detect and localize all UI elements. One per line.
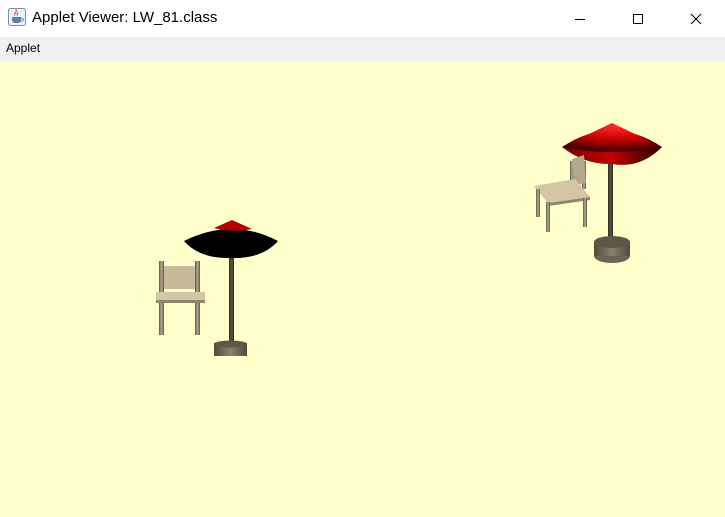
close-button[interactable] (667, 0, 725, 37)
menu-applet[interactable]: Applet (6, 41, 40, 55)
minimize-button[interactable] (551, 0, 609, 37)
chair-right (534, 155, 590, 232)
close-icon (690, 13, 702, 24)
java-cup-icon (8, 8, 26, 26)
maximize-button[interactable] (609, 0, 667, 37)
chair-left (156, 261, 205, 335)
3d-scene (156, 123, 662, 356)
maximize-icon (633, 13, 643, 24)
title-bar[interactable]: Applet Viewer: LW_81.class (0, 0, 725, 37)
menu-bar: Applet (0, 37, 725, 61)
applet-viewer-window: Applet Viewer: LW_81.class Applet (0, 0, 725, 517)
minimize-icon (575, 18, 585, 20)
applet-canvas[interactable] (0, 61, 725, 517)
window-title: Applet Viewer: LW_81.class (32, 9, 218, 26)
